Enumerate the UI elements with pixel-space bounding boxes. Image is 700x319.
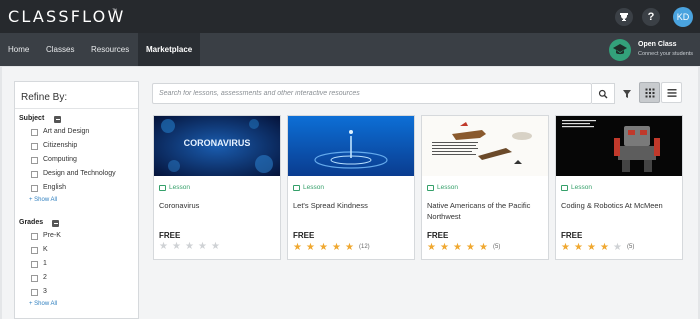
resource-card[interactable]: Lesson Coding & Robotics At McMeen FREE … [555, 115, 683, 260]
checkbox[interactable] [31, 233, 38, 240]
checkbox[interactable] [31, 171, 38, 178]
lesson-icon [427, 185, 434, 191]
search-input[interactable] [153, 84, 591, 103]
star-icon: ★ [172, 241, 181, 252]
card-title[interactable]: Coding & Robotics At McMeen [561, 200, 679, 211]
avatar[interactable]: KD [673, 7, 693, 27]
trophy-icon[interactable] [615, 8, 633, 26]
checkbox[interactable] [31, 143, 38, 150]
star-icon: ★ [561, 242, 570, 253]
card-title[interactable]: Native Americans of the Pacific Northwes… [427, 200, 545, 222]
star-icon: ★ [198, 241, 207, 252]
star-rating: ★ ★ ★ ★ ★ (5) [427, 242, 501, 253]
star-rating: ★ ★ ★ ★ ★ (5) [561, 242, 635, 253]
list-icon [667, 88, 676, 97]
star-icon: ★ [479, 242, 488, 253]
grid-icon [645, 88, 654, 97]
nav-marketplace[interactable]: Marketplace [138, 33, 201, 66]
card-price: FREE [427, 231, 449, 240]
resource-card[interactable]: Lesson Native Americans of the Pacific N… [421, 115, 549, 260]
search-icon [598, 89, 608, 98]
star-icon: ★ [211, 241, 220, 252]
star-rating: ★ ★ ★ ★ ★ [159, 242, 225, 252]
checkbox[interactable] [31, 157, 38, 164]
collapse-subject-icon[interactable] [54, 116, 61, 123]
lesson-icon [561, 185, 568, 191]
checkbox[interactable] [31, 289, 38, 296]
star-icon: ★ [159, 241, 168, 252]
star-icon: ★ [600, 242, 609, 253]
card-price: FREE [293, 231, 315, 240]
nav-bar: Home Classes Resources Marketplace Open … [0, 33, 700, 66]
card-thumbnail[interactable]: CORONAVIRUS [154, 116, 280, 176]
top-bar: CLASSFLOW ™ ? KD [0, 0, 700, 33]
star-icon: ★ [587, 242, 596, 253]
open-class-title: Open Class [638, 41, 677, 48]
grades-heading: Grades [19, 219, 44, 226]
star-icon: ★ [440, 242, 449, 253]
collapse-grades-icon[interactable] [52, 220, 59, 227]
list-view-button[interactable] [661, 82, 682, 103]
rating-count: (12) [359, 244, 370, 250]
star-icon: ★ [466, 242, 475, 253]
refine-title: Refine By: [21, 92, 68, 103]
app-logo[interactable]: CLASSFLOW [8, 7, 125, 26]
star-icon: ★ [574, 242, 583, 253]
nav-classes[interactable]: Classes [38, 33, 82, 66]
star-icon: ★ [319, 242, 328, 253]
filter-button[interactable] [619, 83, 634, 104]
grid-view-button[interactable] [639, 82, 660, 103]
rating-count: (5) [627, 244, 635, 250]
graduation-cap-icon [609, 39, 631, 61]
rating-count: (5) [493, 244, 501, 250]
star-rating: ★ ★ ★ ★ ★ (12) [293, 242, 370, 253]
open-class-button[interactable]: Open Class Connect your students [609, 37, 700, 63]
search-button[interactable] [592, 83, 615, 104]
star-icon: ★ [332, 242, 341, 253]
refine-sidebar: Refine By: Subject Art and Design Citize… [14, 81, 139, 319]
star-icon: ★ [427, 242, 436, 253]
nav-resources[interactable]: Resources [83, 33, 137, 66]
checkbox[interactable] [31, 261, 38, 268]
card-price: FREE [159, 231, 181, 240]
card-price: FREE [561, 231, 583, 240]
thumbnail-text: CORONAVIRUS [184, 138, 251, 148]
star-icon: ★ [613, 242, 622, 253]
trademark-mark: ™ [112, 8, 117, 14]
star-icon: ★ [293, 242, 302, 253]
checkbox[interactable] [31, 247, 38, 254]
card-thumbnail[interactable] [288, 116, 414, 176]
checkbox[interactable] [31, 185, 38, 192]
star-icon: ★ [453, 242, 462, 253]
lesson-icon [159, 185, 166, 191]
star-icon: ★ [306, 242, 315, 253]
card-title[interactable]: Let's Spread Kindness [293, 200, 411, 211]
open-class-subtitle: Connect your students [638, 51, 694, 57]
card-thumbnail[interactable] [422, 116, 548, 176]
divider [15, 108, 138, 109]
help-icon[interactable]: ? [642, 8, 660, 26]
checkbox[interactable] [31, 129, 38, 136]
star-icon: ★ [345, 242, 354, 253]
star-icon: ★ [185, 241, 194, 252]
nav-home[interactable]: Home [0, 33, 37, 66]
filter-icon [622, 89, 631, 98]
card-thumbnail[interactable] [556, 116, 682, 176]
lesson-icon [293, 185, 300, 191]
subject-show-all-link[interactable]: + Show All [29, 197, 57, 203]
resource-card[interactable]: CORONAVIRUS Lesson Coronavirus FREE ★ ★ ★ ★… [153, 115, 281, 260]
card-title[interactable]: Coronavirus [159, 200, 277, 211]
subject-heading: Subject [19, 115, 45, 122]
resource-card[interactable]: Lesson Let's Spread Kindness FREE ★ ★ ★ ★ ★(… [287, 115, 415, 260]
grades-show-all-link[interactable]: + Show All [29, 301, 57, 307]
search-box [152, 83, 592, 104]
checkbox[interactable] [31, 275, 38, 282]
